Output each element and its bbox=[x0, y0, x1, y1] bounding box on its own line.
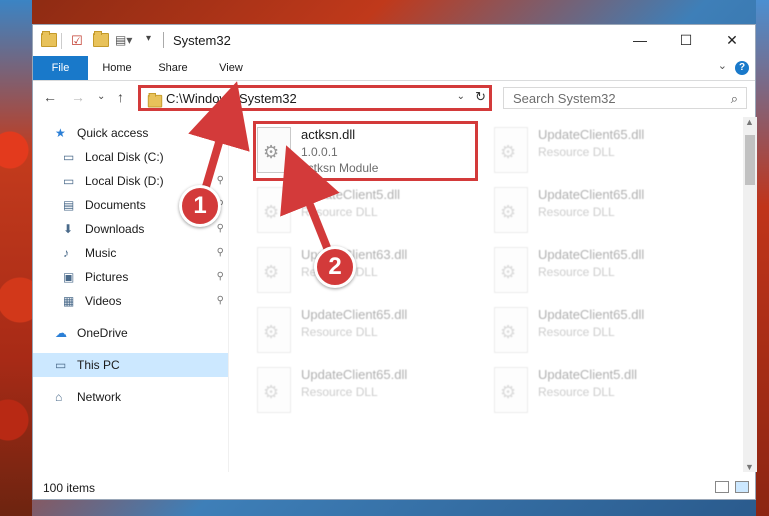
callout-1: 1 bbox=[179, 185, 221, 227]
arrow-to-file bbox=[280, 145, 340, 257]
annotation-arrows bbox=[188, 81, 340, 257]
arrow-to-address-bar bbox=[188, 81, 250, 192]
callout-2: 2 bbox=[314, 246, 356, 288]
